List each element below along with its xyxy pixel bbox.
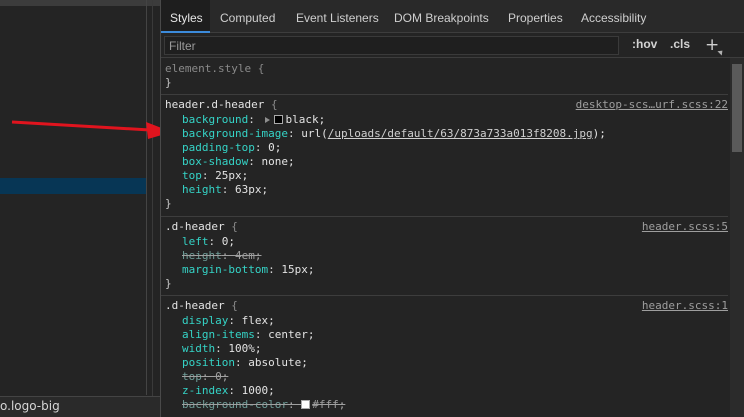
declaration[interactable]: margin-bottom: 15px; [182,263,314,277]
declaration[interactable]: height: 63px; [182,183,268,197]
rule-d-header-2: .d-header { header.scss:1 display: flex;… [161,296,728,417]
rule-open-brace: { [231,220,238,233]
styles-panel: Styles Computed Event Listeners DOM Brea… [161,0,744,417]
dom-pane-edge [152,0,153,417]
tab-accessibility[interactable]: Accessibility [581,0,646,33]
dom-pane-divider [146,0,147,395]
color-swatch-icon[interactable] [301,400,311,409]
expand-triangle-icon[interactable] [265,117,271,123]
declaration[interactable]: padding-top: 0; [182,141,281,155]
rule-selector[interactable]: .d-header [165,220,225,233]
declaration[interactable]: z-index: 1000; [182,384,275,398]
rule-open-brace: { [231,299,238,312]
dom-selected-node[interactable] [0,178,147,194]
rule-open-brace: { [257,62,265,75]
declaration[interactable]: top: 25px; [182,169,248,183]
rule-selector[interactable]: .d-header [165,299,225,312]
declaration[interactable]: align-items: center; [182,328,314,342]
declaration[interactable]: position: absolute; [182,356,308,370]
rule-close-brace: } [165,277,172,290]
hov-toggle-button[interactable]: :hov [632,37,657,51]
rule-open-brace: { [270,98,278,111]
scrollbar-thumb[interactable] [732,64,742,152]
styles-scrollbar[interactable] [730,58,744,417]
sidebar-tab-bar: Styles Computed Event Listeners DOM Brea… [161,0,744,33]
overridden-declaration[interactable]: background-color: #fff; [182,398,345,412]
tab-styles[interactable]: Styles [170,0,203,33]
rule-selector[interactable]: element.style [165,62,251,75]
tab-computed[interactable]: Computed [220,0,275,33]
breadcrumb-item[interactable]: o.logo-big [0,399,60,413]
rule-header-d-header: header.d-header { desktop-scs…urf.scss:2… [161,95,728,217]
rule-d-header-1: .d-header { header.scss:5 left: 0; heigh… [161,217,728,296]
rule-source-link[interactable]: header.scss:5 [642,220,728,234]
breadcrumb-bar: o.logo-big [0,396,160,417]
overridden-declaration[interactable]: top: 0; [182,370,228,384]
filter-toolbar: :hov .cls + [161,33,744,58]
rule-source-link[interactable]: desktop-scs…urf.scss:22 [576,98,728,112]
overridden-declaration[interactable]: height: 4em; [182,249,262,263]
dom-tree-pane: o.logo-big [0,0,160,417]
rule-close-brace: } [165,197,172,210]
color-swatch-icon[interactable] [274,115,284,124]
rule-selector[interactable]: header.d-header [165,98,264,111]
rule-close-brace: } [165,76,172,89]
add-rule-icon[interactable]: + [705,35,719,55]
declaration[interactable]: display: flex; [182,314,275,328]
cls-toggle-button[interactable]: .cls [670,37,690,51]
declaration[interactable]: background: black; [182,113,325,127]
dom-pane-header [0,0,160,6]
resource-url-link[interactable]: /uploads/default/63/873a733a013f8208.jpg [328,127,593,140]
declaration[interactable]: box-shadow: none; [182,155,295,169]
rule-source-link[interactable]: header.scss:1 [642,299,728,313]
declaration[interactable]: width: 100%; [182,342,262,356]
tab-properties[interactable]: Properties [508,0,563,33]
declaration[interactable]: left: 0; [182,235,235,249]
declaration[interactable]: background-image: url(/uploads/default/6… [182,127,606,141]
filter-input[interactable] [164,36,619,55]
tab-dom-breakpoints[interactable]: DOM Breakpoints [394,0,489,33]
rule-element-style: element.style { } [161,58,728,95]
tab-event-listeners[interactable]: Event Listeners [296,0,379,33]
